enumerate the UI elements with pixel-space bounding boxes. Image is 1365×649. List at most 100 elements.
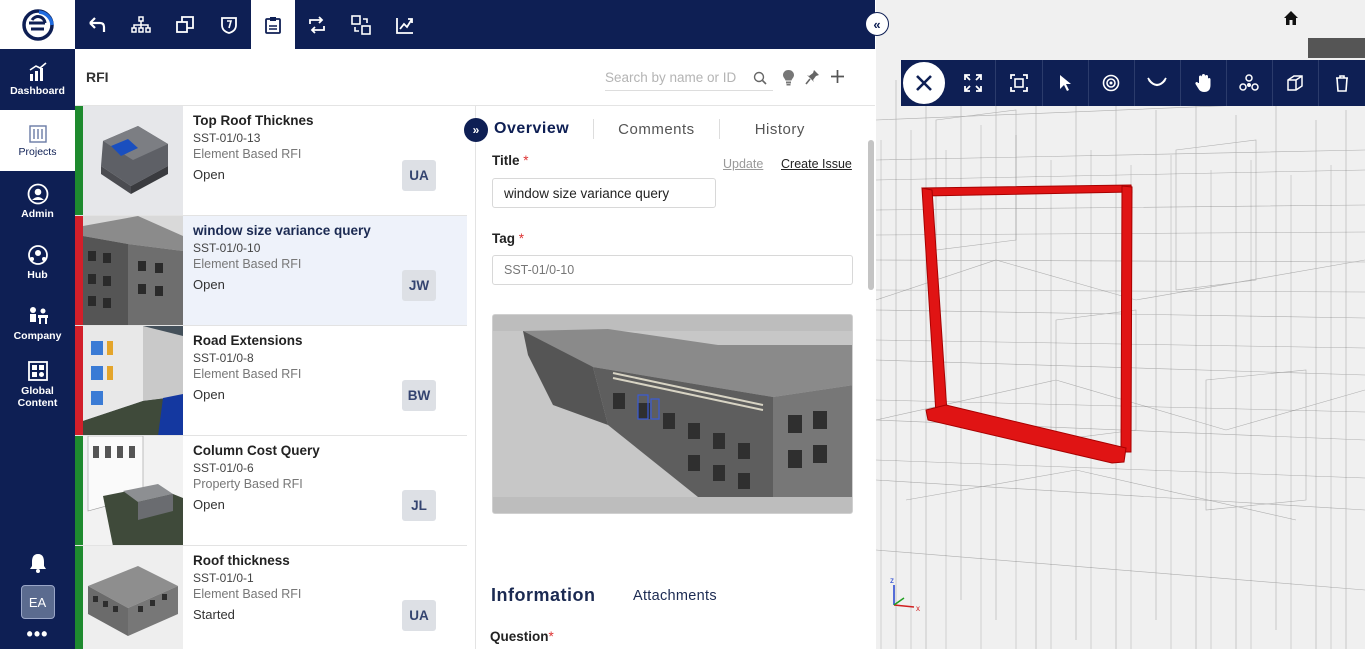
shield-button[interactable]: [207, 0, 251, 49]
rfi-type: Element Based RFI: [193, 257, 302, 271]
svg-text:x: x: [916, 604, 920, 613]
nav-bottom: EA •••: [0, 543, 75, 649]
rfi-status: Open: [193, 387, 225, 402]
copy-button[interactable]: [163, 0, 207, 49]
nav-item-label: Admin: [21, 208, 54, 220]
rfi-status: Started: [193, 607, 235, 622]
attachments-section-title[interactable]: Attachments: [633, 588, 717, 604]
rfi-thumbnail: [83, 216, 183, 325]
tab-history[interactable]: History: [755, 121, 805, 138]
question-label-text: Question: [490, 629, 549, 644]
hub-network-icon: [27, 245, 48, 265]
app-root: Dashboard Projects Admin Hub Company Glo…: [0, 0, 1365, 649]
rfi-thumbnail: [83, 546, 183, 649]
close-viewer-button[interactable]: [901, 60, 947, 106]
rfi-info: Top Roof Thicknes SST-01/0-13 Element Ba…: [183, 106, 314, 215]
double-chevron-left-icon: «: [873, 16, 881, 32]
collapse-panel-button[interactable]: «: [865, 12, 889, 36]
rfi-type: Element Based RFI: [193, 367, 302, 381]
more-menu-button[interactable]: •••: [0, 619, 75, 649]
lightbulb-icon[interactable]: [782, 69, 795, 86]
nav-item-hub[interactable]: Hub: [0, 232, 75, 293]
app-logo[interactable]: [0, 0, 75, 49]
tab-overview[interactable]: Overview: [494, 120, 569, 138]
rfi-clipboard-button[interactable]: [251, 0, 295, 49]
tab-divider: [718, 119, 720, 139]
title-input[interactable]: window size variance query: [492, 178, 716, 208]
status-color-bar: [75, 326, 83, 435]
status-color-bar: [75, 106, 83, 215]
orbit-target-button[interactable]: [1089, 60, 1135, 106]
fullscreen-button[interactable]: [950, 60, 997, 106]
nav-item-global-content[interactable]: Global Content: [0, 354, 75, 415]
more-tools-button[interactable]: [1319, 60, 1365, 106]
tag-label-text: Tag: [492, 231, 515, 246]
pin-icon[interactable]: [805, 69, 820, 85]
list-item[interactable]: Roof thickness SST-01/0-1 Element Based …: [75, 546, 467, 649]
rfi-id: SST-01/0-1: [193, 571, 254, 585]
hierarchy-button[interactable]: [119, 0, 163, 49]
sync-button[interactable]: [295, 0, 339, 49]
list-item[interactable]: Column Cost Query SST-01/0-6 Property Ba…: [75, 436, 467, 546]
required-mark: *: [518, 231, 525, 246]
nav-item-label: Hub: [27, 269, 48, 281]
tag-label: Tag *: [492, 231, 524, 246]
create-issue-link[interactable]: Create Issue: [781, 157, 852, 171]
title-label-text: Title: [492, 153, 520, 168]
rfi-list: Top Roof Thicknes SST-01/0-13 Element Ba…: [75, 106, 467, 649]
notifications-button[interactable]: [0, 543, 75, 583]
rfi-info: Roof thickness SST-01/0-1 Element Based …: [183, 546, 301, 649]
back-button[interactable]: [75, 0, 119, 49]
list-item[interactable]: window size variance query SST-01/0-10 E…: [75, 216, 467, 326]
trash-icon: [1335, 75, 1348, 92]
explode-model-button[interactable]: [1227, 60, 1273, 106]
search-input[interactable]: [605, 70, 753, 85]
tab-divider: [593, 119, 595, 139]
nav-item-admin[interactable]: Admin: [0, 171, 75, 232]
information-section-title[interactable]: Information: [491, 585, 596, 606]
tab-comments[interactable]: Comments: [618, 121, 695, 138]
tag-input[interactable]: SST-01/0-10: [492, 255, 853, 285]
nav-item-label: Global Content: [17, 385, 58, 409]
svg-text:z: z: [890, 576, 894, 585]
select-tool-button[interactable]: [1043, 60, 1089, 106]
assignee-badge: JW: [402, 270, 436, 301]
add-icon[interactable]: [830, 69, 845, 84]
back-arrow-icon: [89, 16, 106, 32]
list-item[interactable]: Top Roof Thicknes SST-01/0-13 Element Ba…: [75, 106, 467, 216]
rfi-info: window size variance query SST-01/0-10 E…: [183, 216, 371, 325]
fit-view-icon: [1010, 74, 1028, 92]
compare-button[interactable]: [339, 0, 383, 49]
assignee-badge: BW: [402, 380, 436, 411]
detail-scrollbar[interactable]: [868, 140, 874, 290]
global-content-icon: [27, 361, 48, 381]
fit-view-button[interactable]: [996, 60, 1043, 106]
user-avatar[interactable]: EA: [20, 585, 55, 619]
compare-icon: [351, 14, 371, 35]
list-item[interactable]: Road Extensions SST-01/0-8 Element Based…: [75, 326, 467, 436]
rfi-title: Road Extensions: [193, 333, 303, 348]
close-icon: [916, 75, 932, 91]
status-color-bar: [75, 436, 83, 545]
rfi-type: Property Based RFI: [193, 477, 303, 491]
update-link[interactable]: Update: [723, 157, 763, 171]
nav-item-company[interactable]: Company: [0, 293, 75, 354]
explode-icon: [1239, 74, 1260, 91]
home-icon[interactable]: [1283, 10, 1299, 26]
search-icon[interactable]: [753, 71, 767, 85]
rfi-status: Open: [193, 277, 225, 292]
pan-tool-button[interactable]: [1181, 60, 1227, 106]
target-icon: [1102, 74, 1120, 92]
viewer-toolbar: [901, 60, 1365, 106]
page-title: RFI: [86, 69, 109, 85]
rfi-type: Element Based RFI: [193, 147, 302, 161]
rfi-id: SST-01/0-8: [193, 351, 254, 365]
measure-button[interactable]: [383, 0, 427, 49]
rfi-id: SST-01/0-6: [193, 461, 254, 475]
nav-item-projects[interactable]: Projects: [0, 110, 75, 171]
nav-item-dashboard[interactable]: Dashboard: [0, 49, 75, 110]
rfi-title: Top Roof Thicknes: [193, 113, 314, 128]
look-around-button[interactable]: [1135, 60, 1181, 106]
section-box-button[interactable]: [1273, 60, 1319, 106]
rfi-snapshot-image: [492, 314, 853, 514]
